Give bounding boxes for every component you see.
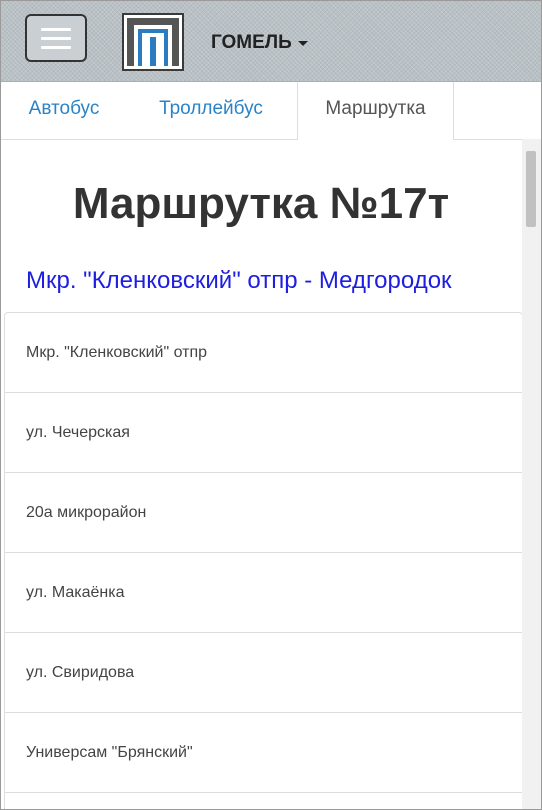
caret-down-icon <box>297 40 308 46</box>
tab-bus[interactable]: Автобус <box>13 82 115 139</box>
transport-tabs: Автобус Троллейбус Маршрутка <box>1 82 541 140</box>
vertical-scrollbar[interactable] <box>522 139 541 809</box>
page-title: Маршрутка №17т <box>72 179 450 228</box>
city-dropdown[interactable]: ГОМЕЛЬ <box>211 32 308 54</box>
stop-item[interactable]: Универсам "Брянский" <box>5 713 522 793</box>
tab-minibus[interactable]: Маршрутка <box>297 82 454 140</box>
stop-item[interactable]: 20а микрорайон <box>5 473 522 553</box>
city-logo[interactable] <box>122 13 184 71</box>
app-frame: ГОМЕЛЬ Автобус Троллейбус Маршрутка Марш… <box>0 0 542 810</box>
stop-item[interactable]: Мкр. "Кленковский" отпр <box>5 313 522 393</box>
stops-list: Мкр. "Кленковский" отпр ул. Чечерская 20… <box>4 312 523 809</box>
route-direction-link[interactable]: Мкр. "Кленковский" отпр - Медгородок <box>26 267 452 295</box>
hamburger-icon-line <box>41 37 71 40</box>
stop-item[interactable]: ул. Чечерская <box>5 393 522 473</box>
hamburger-icon <box>41 28 71 31</box>
tab-trolleybus[interactable]: Троллейбус <box>143 82 279 139</box>
menu-button[interactable] <box>25 14 87 62</box>
scrollbar-thumb[interactable] <box>526 151 536 227</box>
stop-item[interactable]: ул. Макаёнка <box>5 553 522 633</box>
city-label: ГОМЕЛЬ <box>211 32 292 53</box>
header-bar: ГОМЕЛЬ <box>1 1 541 82</box>
stop-item[interactable]: ул. Свиридова <box>5 633 522 713</box>
hamburger-icon-line <box>41 46 71 49</box>
